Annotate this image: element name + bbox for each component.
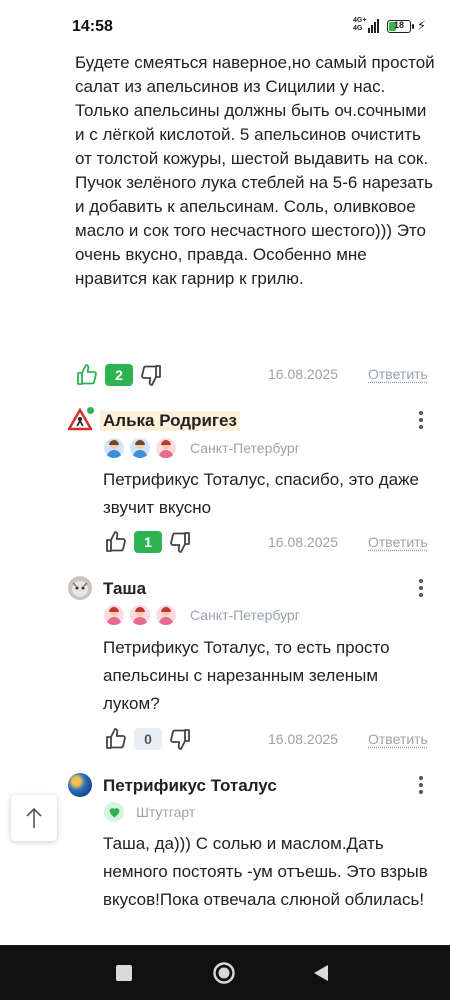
- author-city: Санкт-Петербург: [190, 440, 300, 456]
- thumbs-up-icon[interactable]: [104, 530, 128, 554]
- clock: 14:58: [72, 18, 113, 35]
- thumbs-up-icon[interactable]: [75, 363, 99, 387]
- user-badge-icon: [130, 605, 150, 625]
- comment-text: Петрификус Тоталус, спасибо, это даже зв…: [103, 470, 419, 517]
- home-button[interactable]: [210, 959, 238, 987]
- comment-date: 16.08.2025: [268, 534, 339, 550]
- circle-icon: [213, 962, 235, 984]
- user-badge-icon: [156, 438, 176, 458]
- arrow-up-icon: [26, 807, 42, 828]
- avatar[interactable]: [68, 576, 92, 600]
- reply-link[interactable]: Ответить: [368, 731, 428, 747]
- comment-text: Петрификус Тоталус, то есть просто апель…: [103, 638, 390, 713]
- like-count: 0: [134, 728, 162, 750]
- comment-date: 16.08.2025: [268, 731, 339, 747]
- online-indicator: [87, 407, 94, 414]
- comment-text: Таша, да))) С солью и маслом.Дать немног…: [103, 834, 428, 909]
- scroll-to-top-button[interactable]: [11, 795, 57, 841]
- battery-icon: 18: [387, 20, 414, 33]
- status-bar: 14:58 4G+ 4G 18 ⚡: [0, 0, 450, 48]
- system-nav-bar: [0, 945, 450, 1000]
- user-badges: Санкт-Петербург: [104, 437, 300, 459]
- back-button[interactable]: [307, 959, 335, 987]
- charging-icon: ⚡: [417, 18, 427, 33]
- like-count: 2: [105, 364, 133, 386]
- thumbs-down-icon[interactable]: [168, 530, 192, 554]
- thumbs-down-icon[interactable]: [168, 727, 192, 751]
- comment-actions: 1: [104, 529, 192, 555]
- user-badge-icon: [156, 605, 176, 625]
- author-name[interactable]: Алька Родригез: [100, 411, 240, 431]
- recents-button[interactable]: [110, 959, 138, 987]
- author-name[interactable]: Петрификус Тоталус: [103, 776, 277, 796]
- square-icon: [116, 965, 132, 981]
- author-name[interactable]: Таша: [103, 579, 146, 599]
- network-icon: 4G+ 4G: [353, 17, 379, 35]
- user-badges: Штутгарт: [104, 801, 195, 823]
- kebab-menu-icon[interactable]: [418, 411, 424, 431]
- thumbs-up-icon[interactable]: [104, 727, 128, 751]
- user-badge-icon: [130, 438, 150, 458]
- comment-actions: 0: [104, 726, 192, 752]
- comment-date: 16.08.2025: [268, 366, 339, 382]
- reply-link[interactable]: Ответить: [368, 534, 428, 550]
- user-badge-icon: [104, 438, 124, 458]
- thumbs-down-icon[interactable]: [139, 363, 163, 387]
- user-badge-icon: [104, 605, 124, 625]
- heart-icon: [104, 802, 124, 822]
- comment-actions: 2: [75, 362, 163, 388]
- comment-text: Будете смеяться наверное,но самый просто…: [75, 53, 435, 288]
- like-count: 1: [134, 531, 162, 553]
- reply-link[interactable]: Ответить: [368, 366, 428, 382]
- avatar[interactable]: [68, 773, 92, 797]
- triangle-back-icon: [314, 965, 328, 981]
- author-city: Санкт-Петербург: [190, 607, 300, 623]
- kebab-menu-icon[interactable]: [418, 579, 424, 599]
- author-city: Штутгарт: [136, 804, 196, 820]
- user-badges: Санкт-Петербург: [104, 604, 300, 626]
- kebab-menu-icon[interactable]: [418, 776, 424, 796]
